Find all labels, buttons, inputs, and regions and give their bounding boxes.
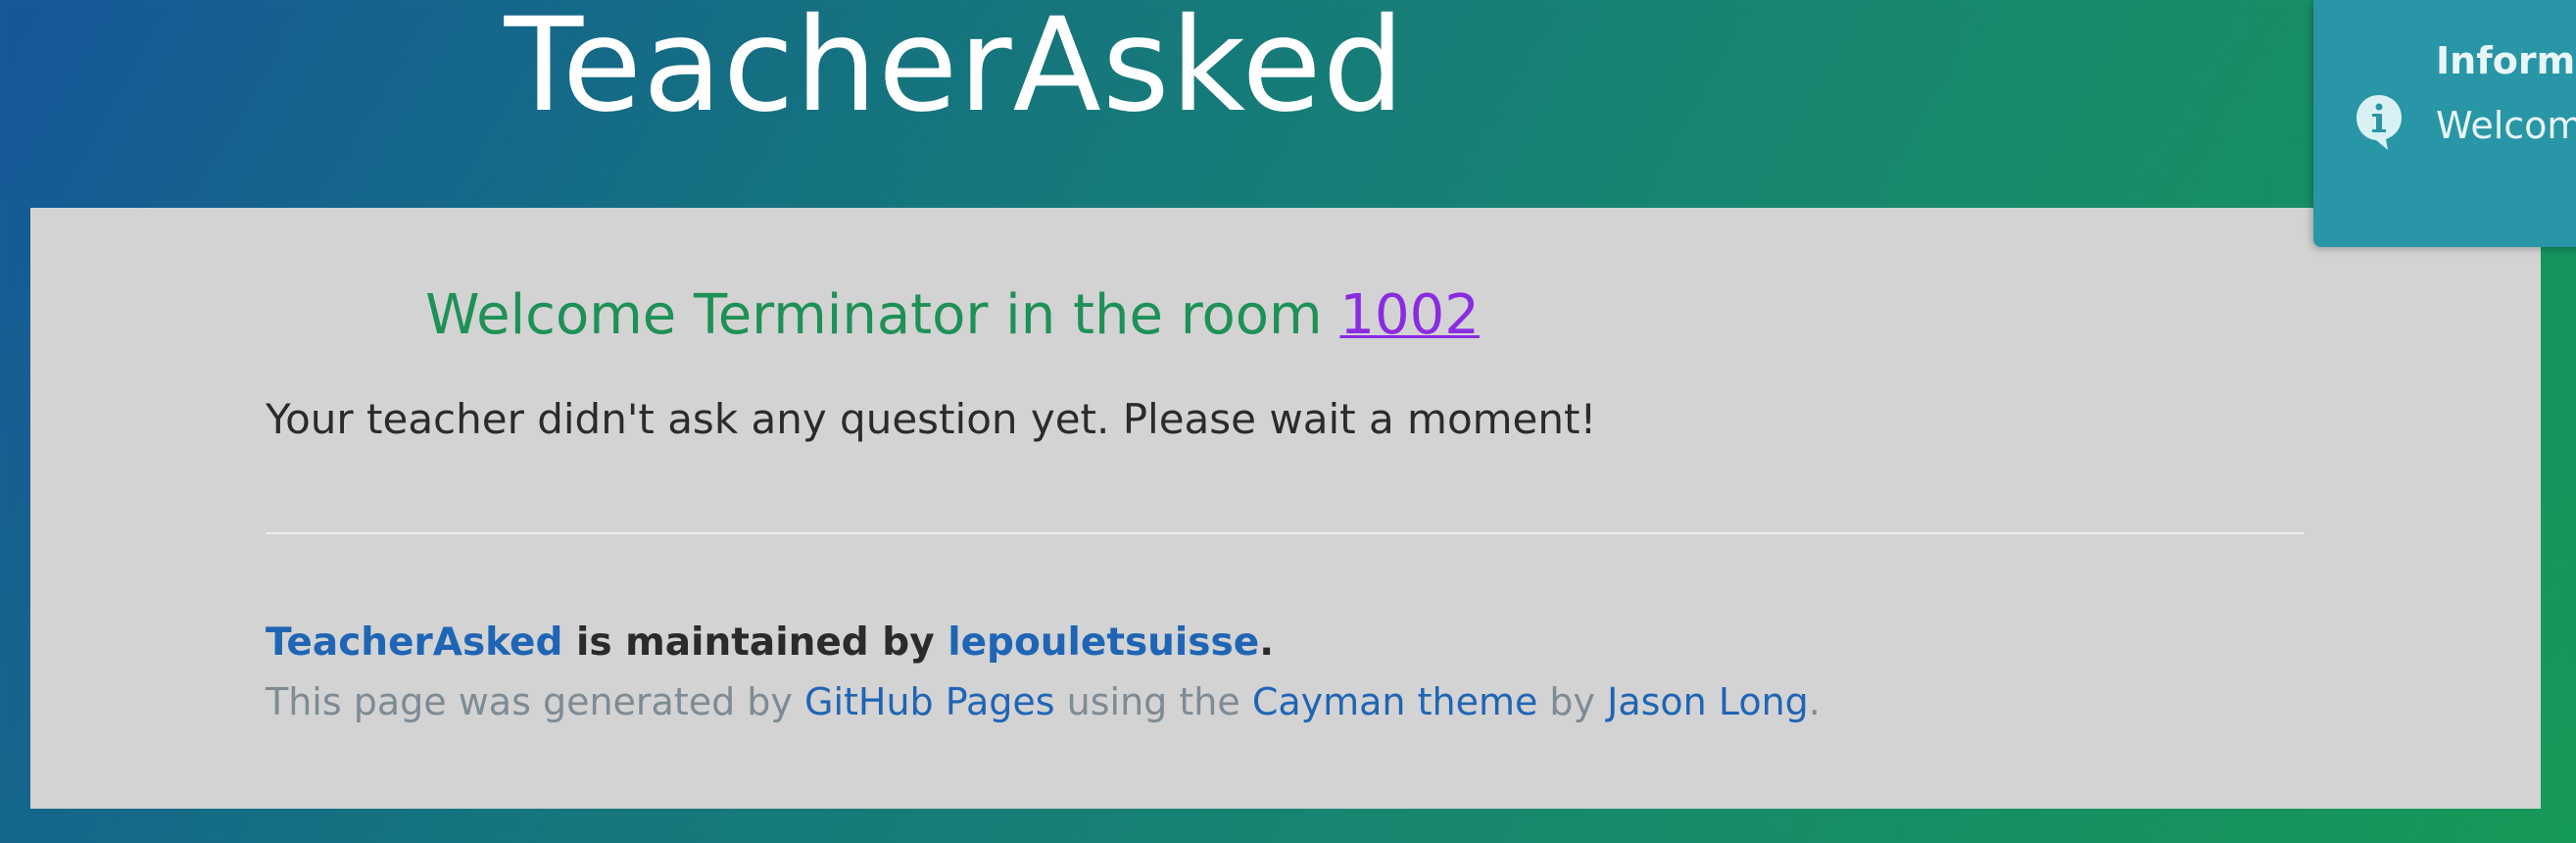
credits-period: . [1808,680,1821,723]
wait-message: Your teacher didn't ask any question yet… [266,395,1597,443]
jason-long-link[interactable]: Jason Long [1607,680,1809,723]
welcome-text: Welcome Terminator in the room [425,283,1340,347]
github-pages-link[interactable]: GitHub Pages [804,680,1055,723]
toast-title: Informa [2436,39,2576,82]
author-link[interactable]: lepouletsuisse [948,620,1259,665]
generated-by-text: This page was generated by [266,680,804,723]
using-the-text: using the [1054,680,1252,723]
footer-credits-line: This page was generated by GitHub Pages … [266,674,1821,729]
page-header: TeacherAsked [0,0,2576,208]
site-title: TeacherAsked [504,0,1406,141]
info-bubble-icon [2355,93,2404,152]
by-text: by [1537,680,1608,723]
welcome-heading: Welcome Terminator in the room 1002 [30,278,2541,353]
main-content-panel: Welcome Terminator in the room 1002 Your… [30,208,2541,809]
cayman-theme-link[interactable]: Cayman theme [1252,680,1538,723]
footer-divider [266,532,2304,534]
room-number-link[interactable]: 1002 [1339,283,1480,347]
footer-period: . [1259,620,1275,665]
info-notification-toast[interactable]: Informa Welcom Termina [2313,0,2576,247]
footer-maintainer-line: TeacherAsked is maintained by lepouletsu… [266,616,1274,670]
toast-message: Welcom Termina [2436,104,2576,147]
project-link[interactable]: TeacherAsked [266,620,562,665]
maintained-by-text: is maintained by [562,620,948,665]
